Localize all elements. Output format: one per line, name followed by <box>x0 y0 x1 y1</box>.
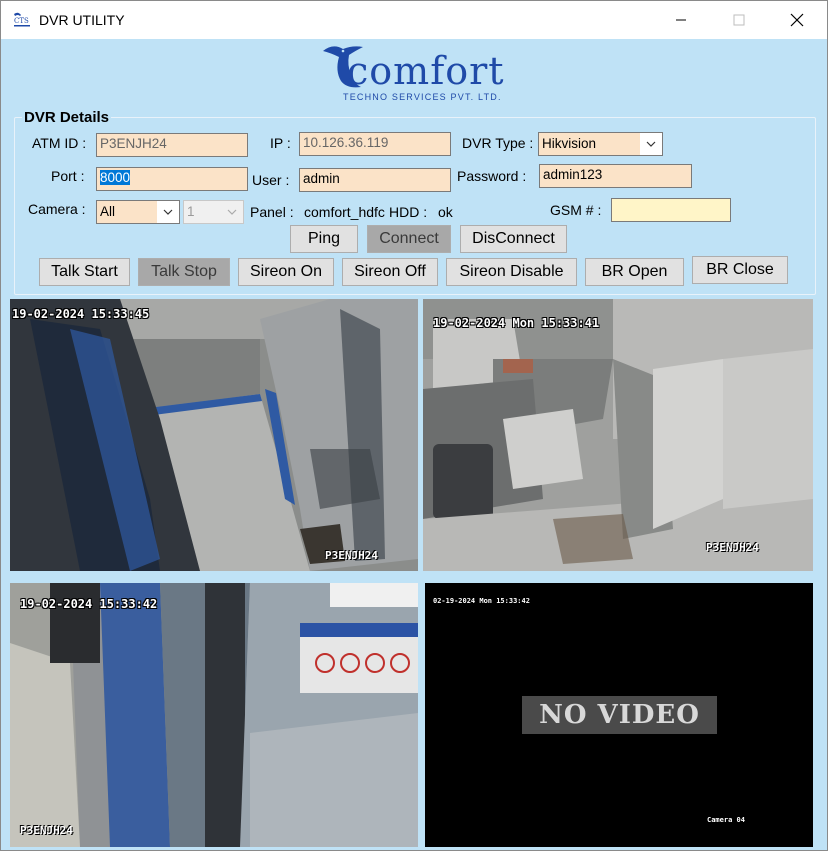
dvr-type-label: DVR Type : <box>462 135 534 151</box>
window-title: DVR UTILITY <box>39 12 125 28</box>
camera-2-scene <box>423 299 813 571</box>
ping-button[interactable]: Ping <box>290 225 358 253</box>
camera-4-name: Camera 04 <box>707 816 745 824</box>
ip-label: IP : <box>270 135 291 151</box>
camera-label: Camera : <box>28 201 86 217</box>
password-field[interactable]: admin123 <box>539 164 692 188</box>
dvr-utility-window: CTS DVR UTILITY comfort TECHNO SERVICES … <box>0 0 828 851</box>
maximize-icon <box>733 14 745 26</box>
channel-select[interactable]: 1 <box>183 200 244 224</box>
br-open-button[interactable]: BR Open <box>585 258 684 286</box>
port-value: 8000 <box>100 170 131 185</box>
logo-wordmark: comfort <box>347 49 505 93</box>
camera-4-timestamp: 02-19-2024 Mon 15:33:42 <box>433 597 530 605</box>
camera-2-name: P3ENJH24 <box>706 541 759 554</box>
user-field[interactable]: admin <box>299 168 451 192</box>
br-close-button[interactable]: BR Close <box>692 256 788 284</box>
minimize-button[interactable] <box>652 1 710 39</box>
camera-view-1[interactable]: 19-02-2024 15:33:45 P3ENJH24 <box>10 299 418 571</box>
camera-1-scene <box>10 299 418 571</box>
chevron-down-icon <box>221 201 243 223</box>
port-field[interactable]: 8000 <box>96 167 248 191</box>
camera-view-4[interactable]: 02-19-2024 Mon 15:33:42 NO VIDEO Camera … <box>425 583 813 847</box>
sireon-on-button[interactable]: Sireon On <box>238 258 334 286</box>
camera-2-timestamp: 19-02-2024 Mon 15:33:41 <box>433 316 600 330</box>
dvr-type-select[interactable]: Hikvision <box>538 132 663 156</box>
svg-text:CTS: CTS <box>14 17 29 25</box>
camera-select[interactable]: All <box>96 200 180 224</box>
talk-start-button[interactable]: Talk Start <box>39 258 130 286</box>
port-label: Port : <box>51 168 85 184</box>
camera-value: All <box>100 204 116 219</box>
maximize-button[interactable] <box>710 1 768 39</box>
camera-3-name: P3ENJH24 <box>20 824 73 837</box>
sireon-disable-button[interactable]: Sireon Disable <box>446 258 577 286</box>
chevron-down-icon <box>640 133 662 155</box>
camera-3-timestamp: 19-02-2024 15:33:42 <box>20 597 158 611</box>
minimize-icon <box>676 19 686 21</box>
close-icon <box>790 13 804 27</box>
panel-value: comfort_hdfc <box>304 204 385 220</box>
talk-stop-button[interactable]: Talk Stop <box>138 258 230 286</box>
sireon-off-button[interactable]: Sireon Off <box>342 258 438 286</box>
company-logo: comfort TECHNO SERVICES PVT. LTD. <box>301 43 541 105</box>
ip-field[interactable]: 10.126.36.119 <box>299 132 451 156</box>
gsm-field[interactable] <box>611 198 731 222</box>
hdd-label: HDD : <box>389 204 428 220</box>
dvr-type-value: Hikvision <box>542 136 597 151</box>
camera-view-3[interactable]: 19-02-2024 15:33:42 P3ENJH24 <box>10 583 418 847</box>
dvr-details-title: DVR Details <box>22 109 112 126</box>
no-video-label: NO VIDEO <box>522 696 717 734</box>
camera-view-2[interactable]: 19-02-2024 Mon 15:33:41 P3ENJH24 <box>423 299 813 571</box>
gsm-label: GSM # : <box>550 202 602 218</box>
channel-value: 1 <box>187 204 195 219</box>
disconnect-button[interactable]: DisConnect <box>460 225 567 253</box>
close-button[interactable] <box>768 1 826 39</box>
atm-id-label: ATM ID : <box>32 135 87 151</box>
hdd-value: ok <box>438 204 453 220</box>
title-bar[interactable]: CTS DVR UTILITY <box>1 1 827 39</box>
atm-id-field[interactable]: P3ENJH24 <box>96 133 248 157</box>
camera-3-scene <box>10 583 418 847</box>
camera-1-timestamp: 19-02-2024 15:33:45 <box>12 307 150 321</box>
logo-subtitle: TECHNO SERVICES PVT. LTD. <box>343 92 502 102</box>
user-label: User : <box>252 172 290 188</box>
chevron-down-icon <box>157 201 179 223</box>
app-icon: CTS <box>14 12 30 27</box>
password-label: Password : <box>457 168 527 184</box>
panel-label: Panel : <box>250 204 294 220</box>
connect-button[interactable]: Connect <box>367 225 451 253</box>
camera-1-name: P3ENJH24 <box>325 549 378 562</box>
